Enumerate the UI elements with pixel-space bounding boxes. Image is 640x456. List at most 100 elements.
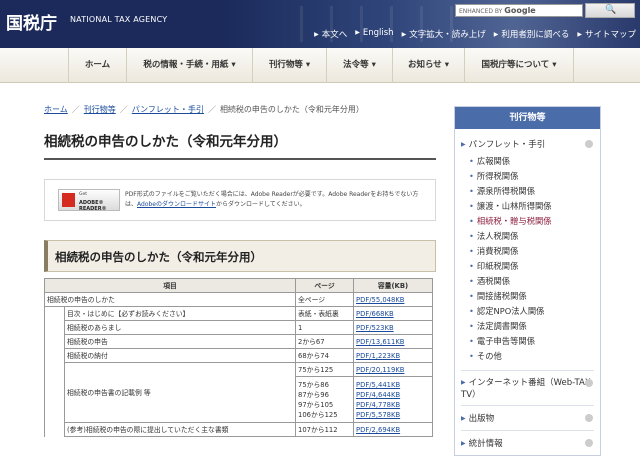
- row-item: 相続税の納付: [64, 348, 296, 363]
- row-size: PDF/55,048KB: [353, 292, 433, 307]
- sidebar-sub-item[interactable]: 源泉所得税関係: [469, 184, 600, 199]
- pdf-download-table: 項目 ページ 容量(KB) 相続税の申告のしかた 全ページ PDF/55,048…: [44, 278, 433, 437]
- row-item: 相続税のあらまし: [64, 320, 296, 335]
- row-size: PDF/13,611KB: [353, 334, 433, 349]
- sidebar-sub-item[interactable]: 法人税関係: [469, 229, 600, 244]
- table-row: 相続税の申告のしかた 全ページ PDF/55,048KB: [44, 292, 433, 307]
- row-item: 目次・はじめに【必ずお読みください】: [64, 306, 296, 321]
- get-adobe-reader-button[interactable]: Get ADOBE® READER®: [58, 189, 120, 212]
- adobe-badge-get: Get: [79, 192, 88, 197]
- gnav-home[interactable]: ホーム: [68, 48, 126, 83]
- pdf-link[interactable]: PDF/5,441KB: [356, 381, 400, 389]
- sidebar-sub-item[interactable]: 印紙税関係: [469, 259, 600, 274]
- util-link-accessibility[interactable]: 文字拡大・読み上げ: [402, 28, 486, 40]
- search-placeholder: ENHANCED BY: [459, 8, 503, 15]
- expand-icon[interactable]: [585, 414, 593, 422]
- breadcrumb: ホーム／刊行物等／パンフレット・手引／相続税の申告のしかた（令和元年分用）: [44, 105, 364, 114]
- pdf-link[interactable]: PDF/55,048KB: [356, 296, 404, 304]
- gnav-about[interactable]: 国税庁等について ▾: [464, 48, 574, 83]
- util-link-english[interactable]: English: [355, 28, 394, 40]
- col-header-item: 項目: [44, 278, 296, 293]
- row-size: PDF/2,694KB: [353, 422, 433, 437]
- breadcrumb-publications[interactable]: 刊行物等: [84, 105, 116, 114]
- pdf-icon: [62, 193, 75, 207]
- gnav-label: 法令等: [343, 60, 369, 70]
- sidebar-sub-item[interactable]: その他: [469, 349, 600, 364]
- gnav-label: 税の情報・手続・用紙: [143, 60, 229, 70]
- sidebar-cat-books[interactable]: 出版物: [455, 406, 600, 430]
- row-size: PDF/1,223KB: [353, 348, 433, 363]
- util-link-skip[interactable]: 本文へ: [314, 28, 348, 40]
- row-page: 107から112: [295, 422, 354, 437]
- pdf-link[interactable]: PDF/13,611KB: [356, 338, 404, 346]
- col-header-size: 容量(KB): [353, 278, 433, 293]
- sub-page: 75から86: [298, 380, 329, 389]
- sidebar-sub-item[interactable]: 所得税関係: [469, 169, 600, 184]
- pdf-link[interactable]: PDF/4,644KB: [356, 391, 400, 399]
- sidebar-cat-pamphlets[interactable]: パンフレット・手引: [455, 138, 600, 152]
- expand-icon[interactable]: [585, 439, 593, 447]
- gnav-tax-info[interactable]: 税の情報・手続・用紙 ▾: [126, 48, 252, 83]
- gnav-laws[interactable]: 法令等 ▾: [326, 48, 392, 83]
- utility-nav: 本文へ English 文字拡大・読み上げ 利用者別に調べる サイトマップ: [306, 28, 636, 40]
- adobe-line1: PDF形式のファイルをご覧いただく場合には、Adobe Readerが必要です。…: [125, 191, 419, 198]
- adobe-line2-pre: は、: [125, 201, 138, 208]
- sub-sizes: PDF/5,441KB PDF/4,644KB PDF/4,778KB PDF/…: [356, 380, 430, 420]
- pdf-link[interactable]: PDF/2,694KB: [356, 426, 400, 434]
- util-link-sitemap[interactable]: サイトマップ: [577, 28, 636, 40]
- search-input[interactable]: ENHANCED BY Google: [455, 4, 583, 17]
- row-item: 相続税の申告のしかた: [44, 292, 296, 307]
- row-page: 表紙・表紙裏: [295, 306, 354, 321]
- expand-icon[interactable]: [585, 379, 593, 387]
- breadcrumb-current: 相続税の申告のしかた（令和元年分用）: [219, 105, 364, 114]
- row-item: 相続税の申告: [64, 334, 296, 349]
- gnav-publications[interactable]: 刊行物等 ▾: [252, 48, 326, 83]
- gnav-news[interactable]: お知らせ ▾: [392, 48, 464, 83]
- sidebar-sub-item[interactable]: 認定NPO法人関係: [469, 304, 600, 319]
- sidebar-sub-item[interactable]: 間接諸税関係: [469, 289, 600, 304]
- adobe-line2-post: からダウンロードしてください。: [216, 201, 306, 208]
- pdf-link[interactable]: PDF/523KB: [356, 324, 394, 332]
- breadcrumb-pamphlets[interactable]: パンフレット・手引: [132, 105, 204, 114]
- indent-cell: [44, 306, 65, 437]
- search-icon: 🔍: [605, 5, 617, 15]
- row-page: 全ページ: [295, 292, 354, 307]
- adobe-download-link[interactable]: Adobeのダウンロードサイト: [137, 201, 216, 208]
- search-button[interactable]: 🔍: [585, 3, 635, 18]
- collapse-icon[interactable]: [585, 140, 593, 148]
- row-size: PDF/523KB: [353, 320, 433, 335]
- gnav-label: お知らせ: [407, 60, 442, 70]
- row-size: PDF/668KB: [353, 306, 433, 321]
- col-header-page: ページ: [295, 278, 354, 293]
- sidebar-cat-webtv[interactable]: インターネット番組（Web-TAX-TV）: [455, 371, 600, 405]
- table-row: 目次・はじめに【必ずお読みください】 表紙・表紙裏 PDF/668KB: [44, 306, 433, 437]
- sub-page: 87から96: [298, 390, 329, 399]
- site-logo[interactable]: 国税庁: [6, 9, 57, 34]
- breadcrumb-home[interactable]: ホーム: [44, 105, 68, 114]
- section-heading-text: 相続税の申告のしかた（令和元年分用）: [55, 250, 262, 264]
- row-item: (参考)相続税の申告の際に提出していただく主な書類: [64, 422, 296, 437]
- pdf-link[interactable]: PDF/5,578KB: [356, 411, 400, 419]
- sidebar-sub-item[interactable]: 消費税関係: [469, 244, 600, 259]
- pdf-link[interactable]: PDF/4,778KB: [356, 401, 400, 409]
- site-logo-english: NATIONAL TAX AGENCY: [70, 15, 168, 24]
- sidebar-sub-item[interactable]: 広報関係: [469, 154, 600, 169]
- sidebar-sub-item[interactable]: 法定調書関係: [469, 319, 600, 334]
- title-divider: [44, 158, 436, 160]
- sidebar: 刊行物等 パンフレット・手引 広報関係所得税関係源泉所得税関係譲渡・山林所得関係…: [454, 106, 601, 456]
- sidebar-sub-item[interactable]: 相続税・贈与税関係: [469, 214, 600, 229]
- sidebar-cat-label: インターネット番組（Web-TAX-TV）: [461, 378, 593, 400]
- pdf-link[interactable]: PDF/1,223KB: [356, 352, 400, 360]
- table-row: 相続税の納付 68から74 PDF/1,223KB: [45, 348, 433, 363]
- sidebar-sub-item[interactable]: 電子申告等関係: [469, 334, 600, 349]
- sidebar-cat-stats[interactable]: 統計情報: [455, 431, 600, 453]
- table-row: 相続税の申告 2から67 PDF/13,611KB: [45, 334, 433, 349]
- row-page: 68から74: [295, 348, 354, 363]
- pdf-link[interactable]: PDF/20,119KB: [356, 366, 404, 374]
- sidebar-sub-item[interactable]: 酒税関係: [469, 274, 600, 289]
- row-page: 1: [295, 320, 354, 335]
- sidebar-cat-label: 出版物: [461, 414, 494, 424]
- util-link-by-user[interactable]: 利用者別に調べる: [494, 28, 569, 40]
- pdf-link[interactable]: PDF/668KB: [356, 310, 394, 318]
- sidebar-sub-item[interactable]: 譲渡・山林所得関係: [469, 199, 600, 214]
